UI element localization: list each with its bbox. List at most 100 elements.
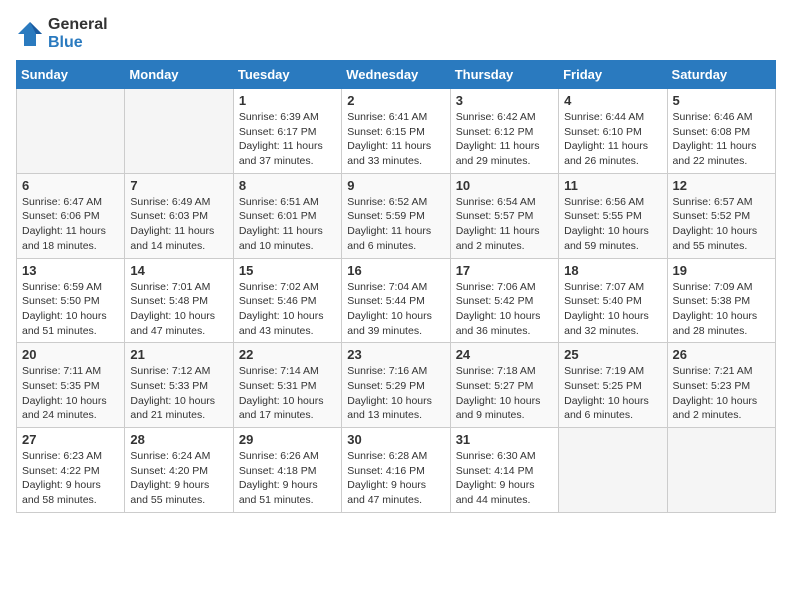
column-header-sunday: Sunday	[17, 61, 125, 89]
page-header: General Blue	[16, 16, 776, 52]
calendar-week-row: 13 Sunrise: 6:59 AM Sunset: 5:50 PM Dayli…	[17, 258, 776, 343]
day-info: Sunrise: 7:01 AM Sunset: 5:48 PM Dayligh…	[130, 280, 227, 339]
day-number: 6	[22, 178, 119, 193]
calendar-cell: 24 Sunrise: 7:18 AM Sunset: 5:27 PM Dayli…	[450, 343, 558, 428]
day-number: 10	[456, 178, 553, 193]
column-header-friday: Friday	[559, 61, 667, 89]
day-info: Sunrise: 7:21 AM Sunset: 5:23 PM Dayligh…	[673, 364, 770, 423]
day-info: Sunrise: 7:12 AM Sunset: 5:33 PM Dayligh…	[130, 364, 227, 423]
day-info: Sunrise: 6:46 AM Sunset: 6:08 PM Dayligh…	[673, 110, 770, 169]
calendar-cell: 21 Sunrise: 7:12 AM Sunset: 5:33 PM Dayli…	[125, 343, 233, 428]
calendar-cell: 17 Sunrise: 7:06 AM Sunset: 5:42 PM Dayli…	[450, 258, 558, 343]
day-number: 15	[239, 263, 336, 278]
day-number: 12	[673, 178, 770, 193]
calendar-cell	[667, 428, 775, 513]
calendar-header-row: SundayMondayTuesdayWednesdayThursdayFrid…	[17, 61, 776, 89]
calendar-cell: 5Sunrise: 6:46 AM Sunset: 6:08 PM Daylig…	[667, 89, 775, 174]
day-info: Sunrise: 6:24 AM Sunset: 4:20 PM Dayligh…	[130, 449, 227, 508]
day-info: Sunrise: 6:26 AM Sunset: 4:18 PM Dayligh…	[239, 449, 336, 508]
day-info: Sunrise: 7:19 AM Sunset: 5:25 PM Dayligh…	[564, 364, 661, 423]
calendar-cell: 25Sunrise: 7:19 AM Sunset: 5:25 PM Dayli…	[559, 343, 667, 428]
column-header-saturday: Saturday	[667, 61, 775, 89]
logo-icon	[16, 20, 44, 48]
day-number: 26	[673, 347, 770, 362]
day-number: 31	[456, 432, 553, 447]
calendar-table: SundayMondayTuesdayWednesdayThursdayFrid…	[16, 60, 776, 513]
day-info: Sunrise: 7:14 AM Sunset: 5:31 PM Dayligh…	[239, 364, 336, 423]
day-info: Sunrise: 6:39 AM Sunset: 6:17 PM Dayligh…	[239, 110, 336, 169]
day-info: Sunrise: 7:18 AM Sunset: 5:27 PM Dayligh…	[456, 364, 553, 423]
day-info: Sunrise: 7:07 AM Sunset: 5:40 PM Dayligh…	[564, 280, 661, 339]
day-info: Sunrise: 6:44 AM Sunset: 6:10 PM Dayligh…	[564, 110, 661, 169]
day-info: Sunrise: 6:41 AM Sunset: 6:15 PM Dayligh…	[347, 110, 444, 169]
calendar-cell: 7 Sunrise: 6:49 AM Sunset: 6:03 PM Daylig…	[125, 173, 233, 258]
day-number: 7	[130, 178, 227, 193]
calendar-week-row: 20 Sunrise: 7:11 AM Sunset: 5:35 PM Dayli…	[17, 343, 776, 428]
day-number: 9	[347, 178, 444, 193]
calendar-cell	[17, 89, 125, 174]
day-number: 23	[347, 347, 444, 362]
day-info: Sunrise: 6:54 AM Sunset: 5:57 PM Dayligh…	[456, 195, 553, 254]
day-info: Sunrise: 7:02 AM Sunset: 5:46 PM Dayligh…	[239, 280, 336, 339]
day-number: 3	[456, 93, 553, 108]
calendar-cell: 11Sunrise: 6:56 AM Sunset: 5:55 PM Dayli…	[559, 173, 667, 258]
calendar-cell: 27 Sunrise: 6:23 AM Sunset: 4:22 PM Dayli…	[17, 428, 125, 513]
day-info: Sunrise: 6:28 AM Sunset: 4:16 PM Dayligh…	[347, 449, 444, 508]
day-number: 4	[564, 93, 661, 108]
day-info: Sunrise: 7:04 AM Sunset: 5:44 PM Dayligh…	[347, 280, 444, 339]
calendar-cell: 15 Sunrise: 7:02 AM Sunset: 5:46 PM Dayli…	[233, 258, 341, 343]
day-number: 29	[239, 432, 336, 447]
day-info: Sunrise: 7:06 AM Sunset: 5:42 PM Dayligh…	[456, 280, 553, 339]
day-number: 30	[347, 432, 444, 447]
calendar-week-row: 6 Sunrise: 6:47 AM Sunset: 6:06 PM Daylig…	[17, 173, 776, 258]
column-header-tuesday: Tuesday	[233, 61, 341, 89]
day-number: 14	[130, 263, 227, 278]
column-header-wednesday: Wednesday	[342, 61, 450, 89]
calendar-cell: 16Sunrise: 7:04 AM Sunset: 5:44 PM Dayli…	[342, 258, 450, 343]
calendar-cell: 30 Sunrise: 6:28 AM Sunset: 4:16 PM Dayli…	[342, 428, 450, 513]
column-header-thursday: Thursday	[450, 61, 558, 89]
day-info: Sunrise: 7:16 AM Sunset: 5:29 PM Dayligh…	[347, 364, 444, 423]
calendar-week-row: 27 Sunrise: 6:23 AM Sunset: 4:22 PM Dayli…	[17, 428, 776, 513]
day-number: 13	[22, 263, 119, 278]
day-number: 22	[239, 347, 336, 362]
calendar-cell: 8 Sunrise: 6:51 AM Sunset: 6:01 PM Daylig…	[233, 173, 341, 258]
calendar-cell: 23 Sunrise: 7:16 AM Sunset: 5:29 PM Dayli…	[342, 343, 450, 428]
day-number: 21	[130, 347, 227, 362]
day-number: 27	[22, 432, 119, 447]
calendar-cell: 28Sunrise: 6:24 AM Sunset: 4:20 PM Dayli…	[125, 428, 233, 513]
calendar-cell: 22 Sunrise: 7:14 AM Sunset: 5:31 PM Dayli…	[233, 343, 341, 428]
calendar-cell: 26 Sunrise: 7:21 AM Sunset: 5:23 PM Dayli…	[667, 343, 775, 428]
day-info: Sunrise: 6:23 AM Sunset: 4:22 PM Dayligh…	[22, 449, 119, 508]
day-info: Sunrise: 6:47 AM Sunset: 6:06 PM Dayligh…	[22, 195, 119, 254]
day-info: Sunrise: 6:56 AM Sunset: 5:55 PM Dayligh…	[564, 195, 661, 254]
calendar-cell	[559, 428, 667, 513]
day-info: Sunrise: 6:51 AM Sunset: 6:01 PM Dayligh…	[239, 195, 336, 254]
logo-text: General Blue	[48, 16, 108, 52]
day-number: 24	[456, 347, 553, 362]
calendar-cell: 3 Sunrise: 6:42 AM Sunset: 6:12 PM Daylig…	[450, 89, 558, 174]
day-number: 20	[22, 347, 119, 362]
calendar-cell: 13 Sunrise: 6:59 AM Sunset: 5:50 PM Dayli…	[17, 258, 125, 343]
logo: General Blue	[16, 16, 108, 52]
calendar-cell: 2 Sunrise: 6:41 AM Sunset: 6:15 PM Daylig…	[342, 89, 450, 174]
day-number: 8	[239, 178, 336, 193]
day-info: Sunrise: 6:49 AM Sunset: 6:03 PM Dayligh…	[130, 195, 227, 254]
day-info: Sunrise: 6:42 AM Sunset: 6:12 PM Dayligh…	[456, 110, 553, 169]
day-info: Sunrise: 7:09 AM Sunset: 5:38 PM Dayligh…	[673, 280, 770, 339]
day-info: Sunrise: 6:52 AM Sunset: 5:59 PM Dayligh…	[347, 195, 444, 254]
calendar-cell: 10 Sunrise: 6:54 AM Sunset: 5:57 PM Dayli…	[450, 173, 558, 258]
calendar-cell: 18 Sunrise: 7:07 AM Sunset: 5:40 PM Dayli…	[559, 258, 667, 343]
day-number: 2	[347, 93, 444, 108]
calendar-cell: 14 Sunrise: 7:01 AM Sunset: 5:48 PM Dayli…	[125, 258, 233, 343]
day-info: Sunrise: 6:30 AM Sunset: 4:14 PM Dayligh…	[456, 449, 553, 508]
day-number: 17	[456, 263, 553, 278]
calendar-cell: 9 Sunrise: 6:52 AM Sunset: 5:59 PM Daylig…	[342, 173, 450, 258]
calendar-cell: 6 Sunrise: 6:47 AM Sunset: 6:06 PM Daylig…	[17, 173, 125, 258]
calendar-cell: 20 Sunrise: 7:11 AM Sunset: 5:35 PM Dayli…	[17, 343, 125, 428]
day-info: Sunrise: 6:59 AM Sunset: 5:50 PM Dayligh…	[22, 280, 119, 339]
day-number: 18	[564, 263, 661, 278]
calendar-cell	[125, 89, 233, 174]
calendar-cell: 31 Sunrise: 6:30 AM Sunset: 4:14 PM Dayli…	[450, 428, 558, 513]
day-info: Sunrise: 7:11 AM Sunset: 5:35 PM Dayligh…	[22, 364, 119, 423]
